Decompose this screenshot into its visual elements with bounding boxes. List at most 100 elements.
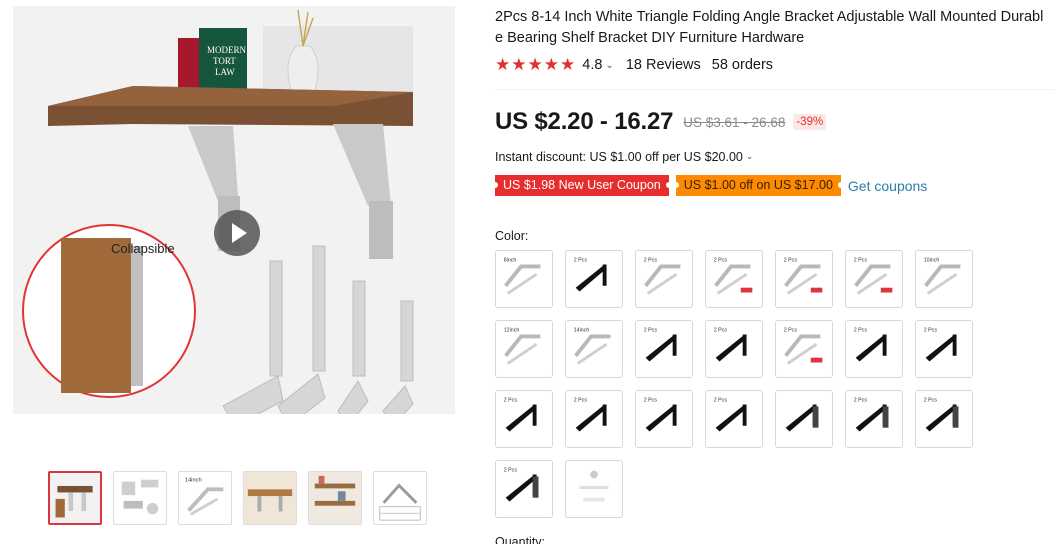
color-swatch-16[interactable]: 2 Pcs [565,390,623,448]
swatch-label: 2 Pcs [784,328,798,334]
star-icon: ★ [511,55,527,75]
svg-text:14inch: 14inch [185,478,202,484]
instant-discount[interactable]: Instant discount: US $1.00 off per US $2… [495,150,753,164]
color-swatch-5[interactable]: 2 Pcs [775,250,833,308]
color-swatch-22[interactable]: 2 Pcs [495,460,553,518]
bracket-swatch-image: 2 Pcs [644,328,677,362]
wood-shelf-thumbnail [244,472,296,524]
chevron-down-icon[interactable]: ⌄ [605,60,613,71]
swatch-label: 2 Pcs [644,258,658,264]
swatch-label: 2 Pcs [714,328,728,334]
thumbnail-4[interactable] [243,471,297,525]
bracket-parts-thumbnail [114,472,166,524]
bracket-swatch-image: 2 Pcs [784,328,823,365]
thumbnail-2[interactable] [113,471,167,525]
swatch-label: 2 Pcs [644,328,658,334]
color-swatch-20[interactable]: 2 Pcs [845,390,903,448]
color-swatch-7[interactable]: 10inch [915,250,973,308]
bracket-swatch-image: 2 Pcs [854,398,889,432]
bracket-swatch-image: 12inch [504,328,541,365]
svg-text:LAW: LAW [215,67,235,77]
rating-value[interactable]: 4.8 [582,57,602,73]
bracket-swatch-image [785,404,819,432]
color-swatch-14[interactable]: 2 Pcs [915,320,973,378]
bracket-swatch-image: 8inch [504,258,541,295]
instant-discount-text: Instant discount: US $1.00 off per US $2… [495,150,743,164]
main-product-image[interactable]: MODERN TORT LAW Collapsible [13,6,455,414]
color-label: Color: [495,229,529,243]
bracket-swatch-image: 2 Pcs [504,468,539,502]
star-icon: ★ [543,55,559,75]
color-swatch-3[interactable]: 2 Pcs [635,250,693,308]
thumbnail-6[interactable] [373,471,427,525]
thumbnail-3[interactable]: 14inch [178,471,232,525]
swatch-label: 2 Pcs [714,258,728,264]
shelf-bracket-thumbnail [50,473,100,523]
bracket-swatch-image: 14inch [574,328,611,365]
orders-count: 58 orders [711,57,774,73]
color-swatch-1[interactable]: 8inch [495,250,553,308]
bracket-swatch-image: 2 Pcs [854,328,887,362]
thumbnail-1[interactable] [48,471,102,525]
swatch-label: 2 Pcs [854,398,868,404]
rating-row: ★ ★ ★ ★ ★ 4.8 ⌄ 18 Reviews 58 orders [495,56,773,74]
swatch-label: 2 Pcs [854,328,868,334]
collapsible-label: Collapsible [111,241,175,256]
original-price: US $3.61 - 26.68 [683,114,786,130]
swatch-label: 2 Pcs [504,398,518,404]
chevron-down-icon[interactable]: ⌄ [746,152,754,162]
bracket-swatch-image: 2 Pcs [924,398,959,432]
color-swatch-12[interactable]: 2 Pcs [775,320,833,378]
swatch-label: 2 Pcs [574,398,588,404]
swatch-label: 2 Pcs [784,258,798,264]
color-swatch-8[interactable]: 12inch [495,320,553,378]
bracket-swatch-image: 2 Pcs [574,398,607,432]
rating-stars: ★ ★ ★ ★ ★ [495,56,575,74]
bracket-swatch-image: 2 Pcs [854,258,893,295]
get-coupons-link[interactable]: Get coupons [848,178,927,194]
color-swatch-17[interactable]: 2 Pcs [635,390,693,448]
svg-text:TORT: TORT [213,56,236,66]
bracket-swatch-image: 2 Pcs [574,258,607,292]
color-swatch-18[interactable]: 2 Pcs [705,390,763,448]
bracket-swatch-image: 2 Pcs [644,398,677,432]
bracket-swatch-image: 2 Pcs [924,328,957,362]
product-title: 2Pcs 8-14 Inch White Triangle Folding An… [495,9,1044,46]
swatch-label: 12inch [504,328,520,334]
color-swatch-15[interactable]: 2 Pcs [495,390,553,448]
color-swatch-10[interactable]: 2 Pcs [635,320,693,378]
color-swatch-13[interactable]: 2 Pcs [845,320,903,378]
divider [495,89,1054,90]
book-spine-text: MODERN [207,45,247,55]
swatch-label: 8inch [504,258,517,264]
thumbnail-strip: 14inch [48,471,427,525]
color-swatch-21[interactable]: 2 Pcs [915,390,973,448]
discount-badge: -39% [793,114,827,130]
color-swatch-6[interactable]: 2 Pcs [845,250,903,308]
reviews-link[interactable]: 18 Reviews [626,57,701,73]
swatch-label: 2 Pcs [854,258,868,264]
bracket-swatch-image [579,470,609,502]
quantity-label: Quantity: [495,535,546,544]
bracket-swatch-image: 10inch [924,258,961,295]
color-swatch-4[interactable]: 2 Pcs [705,250,763,308]
swatch-label: 2 Pcs [924,398,938,404]
size-chart-thumbnail [374,472,426,524]
star-icon: ★ [560,55,576,75]
bracket-swatch-image: 2 Pcs [504,398,537,432]
color-swatch-23[interactable] [565,460,623,518]
bracket-swatch-image: 2 Pcs [784,258,823,295]
color-swatch-11[interactable]: 2 Pcs [705,320,763,378]
store-coupon[interactable]: US $1.00 off on US $17.00 [672,175,845,196]
bracket-swatch-image: 2 Pcs [714,258,753,295]
color-swatch-9[interactable]: 14inch [565,320,623,378]
bracket-size-thumbnail: 14inch [179,472,231,524]
star-icon: ★ [495,55,511,75]
thumbnail-5[interactable] [308,471,362,525]
color-swatch-grid: 8inch 2 Pcs 2 Pcs 2 Pcs 2 Pcs 2 Pcs 10inch 12in… [495,250,973,518]
new-user-coupon[interactable]: US $1.98 New User Coupon [492,175,672,196]
color-swatch-19[interactable] [775,390,833,448]
color-swatch-2[interactable]: 2 Pcs [565,250,623,308]
swatch-label: 2 Pcs [924,328,938,334]
swatch-label: 2 Pcs [504,468,518,474]
